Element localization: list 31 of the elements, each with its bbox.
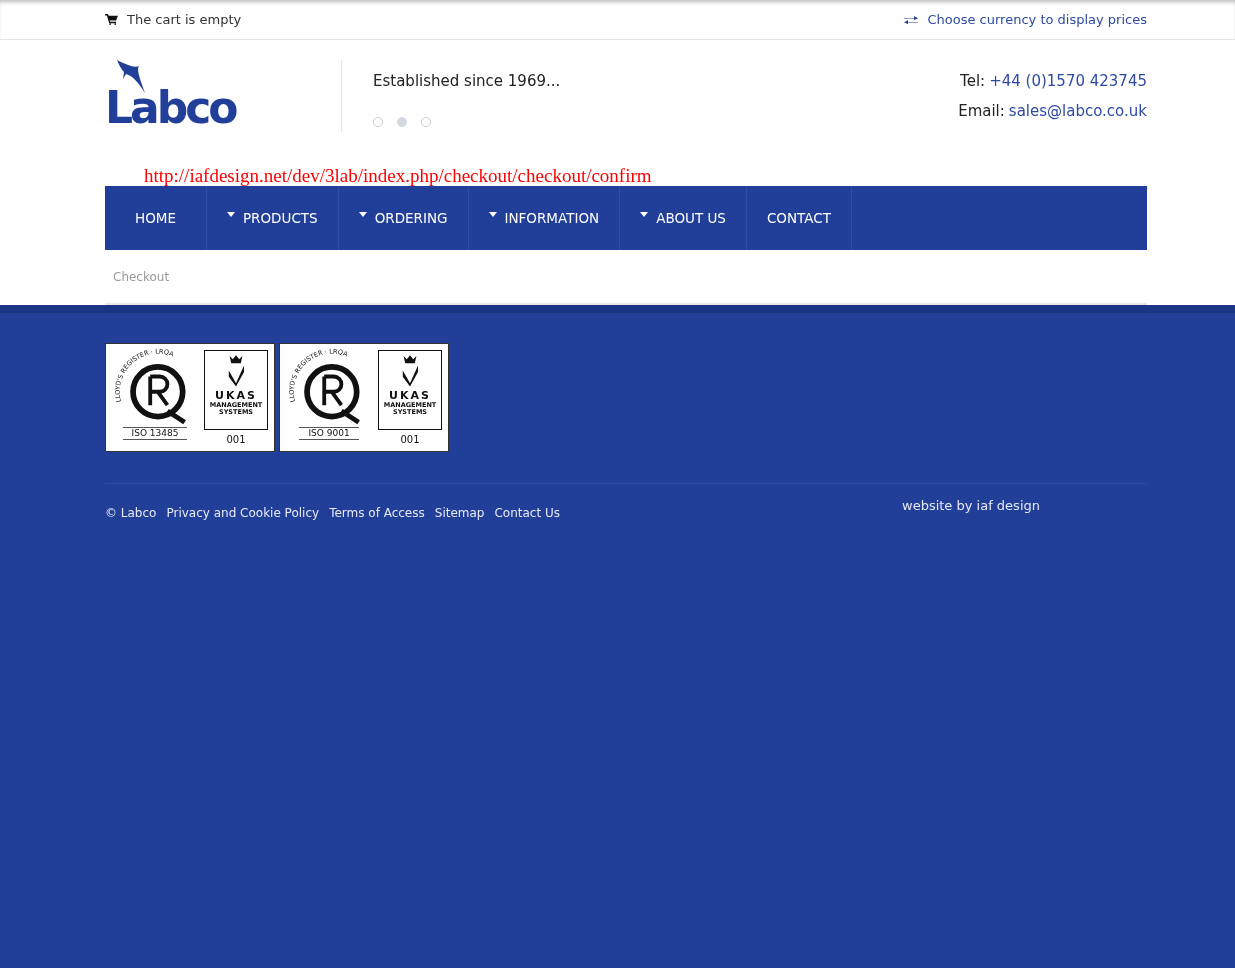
- certificate-number: 001: [400, 434, 420, 445]
- caret-icon: [226, 211, 235, 217]
- labco-logo[interactable]: Labco: [105, 60, 341, 132]
- page-url: http://iafdesign.net/dev/3lab/index.php/checkout/checkout/confirm: [144, 166, 652, 186]
- swap-arrows-icon: [904, 14, 919, 25]
- logo-text: Labco: [105, 88, 236, 128]
- slider-dot[interactable]: [421, 117, 431, 127]
- contact-label: Email:: [958, 102, 1005, 120]
- cart-status: The cart is empty: [127, 12, 242, 27]
- contact-label: Tel:: [960, 72, 986, 90]
- footer-link[interactable]: Contact Us: [494, 506, 560, 520]
- caret-icon: [488, 211, 497, 217]
- caret-icon: [640, 211, 649, 217]
- contact-link[interactable]: +44 (0)1570 423745: [989, 72, 1147, 90]
- accreditation-body: UKAS: [389, 390, 431, 402]
- footer-link[interactable]: Privacy and Cookie Policy: [166, 506, 320, 520]
- certificate-number: 001: [226, 434, 246, 445]
- iso-label: ISO 13485: [122, 427, 188, 440]
- cart-icon: [105, 14, 118, 25]
- currency-link[interactable]: Choose currency to display prices: [927, 12, 1147, 27]
- footer-link[interactable]: Terms of Access: [329, 506, 425, 520]
- slider-dot[interactable]: [397, 117, 407, 127]
- footer-link[interactable]: Sitemap: [434, 506, 485, 520]
- iso-label: ISO 9001: [299, 427, 359, 440]
- accreditation-body: UKAS: [215, 390, 257, 402]
- slider-dot[interactable]: [373, 117, 383, 127]
- footer-link[interactable]: © Labco: [105, 506, 157, 520]
- designer-credit[interactable]: website by iaf design: [902, 498, 1040, 520]
- contact-link[interactable]: sales@labco.co.uk: [1008, 102, 1147, 120]
- caret-icon: [358, 211, 367, 217]
- tagline: Established since 1969...: [373, 72, 562, 90]
